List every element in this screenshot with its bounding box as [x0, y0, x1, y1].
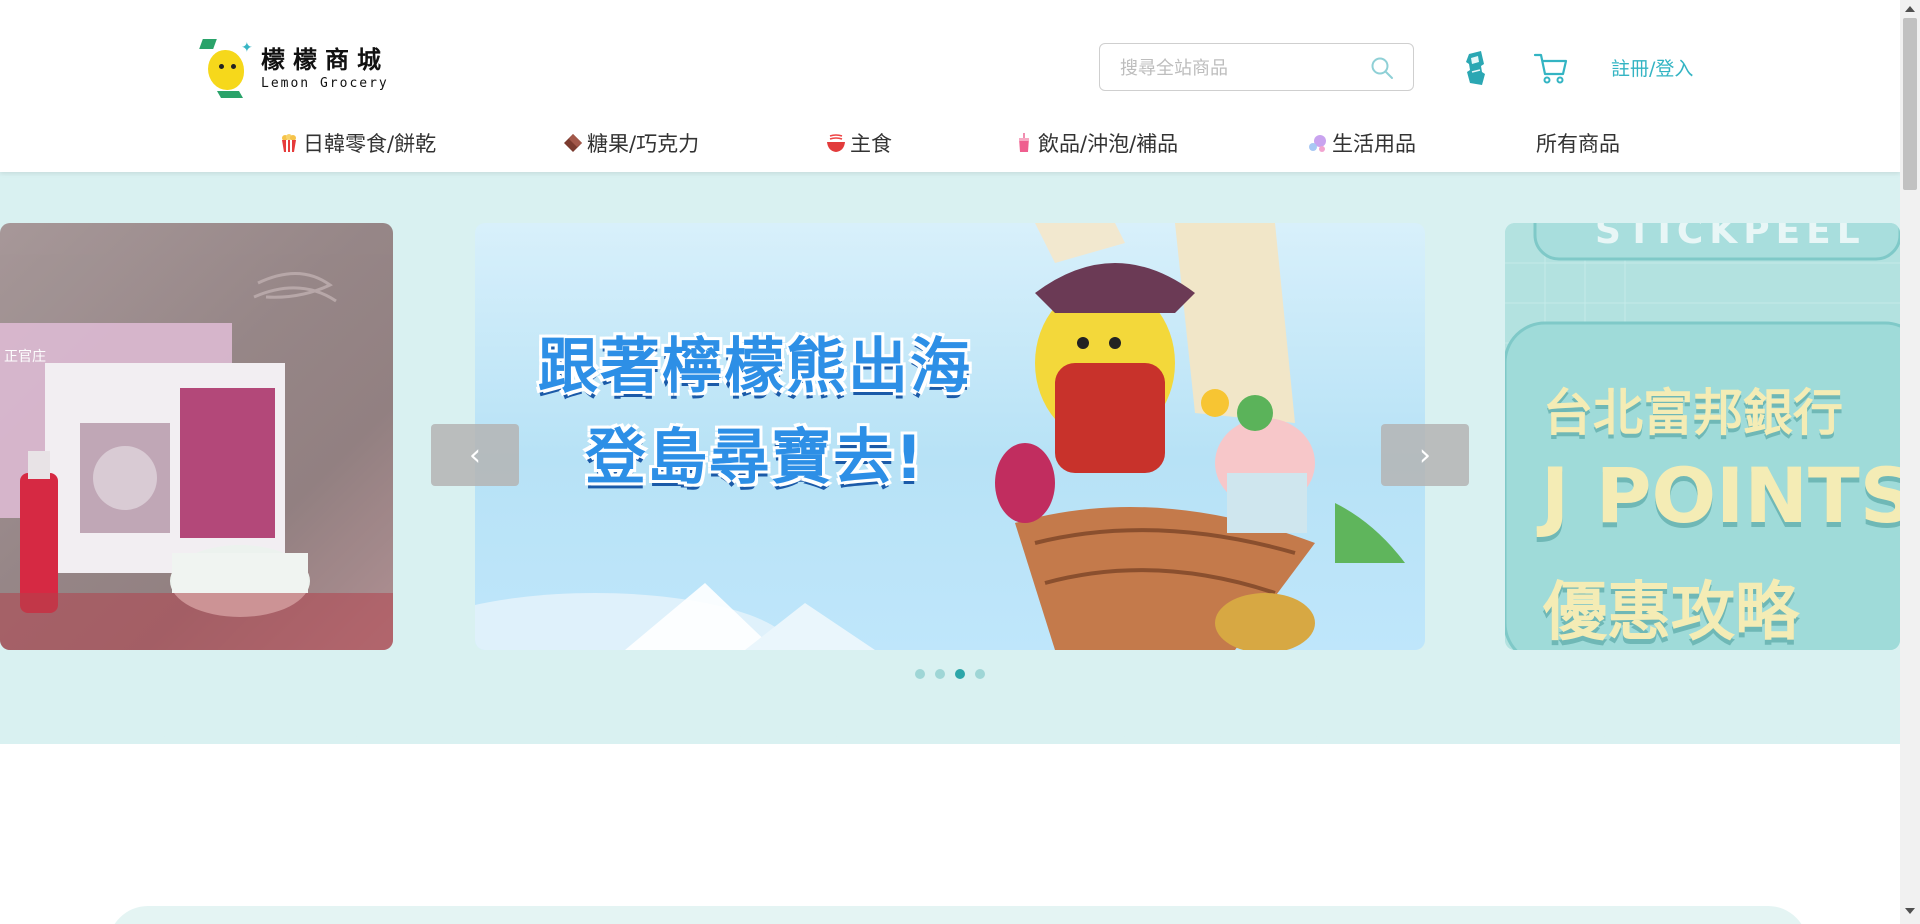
- carousel-slide-right[interactable]: STICKPEEL 台北富邦銀行 J POINTS 優惠攻略: [1505, 223, 1900, 650]
- cart-icon[interactable]: [1533, 50, 1569, 86]
- nav-item-daily-goods[interactable]: 生活用品: [1308, 126, 1416, 160]
- nav-label: 糖果/巧克力: [587, 132, 700, 156]
- logo-name-cn: 檬檬商城: [261, 45, 389, 74]
- carousel-slide-left[interactable]: 正官庄: [0, 223, 393, 650]
- lemon-bear-logo-icon: ✦: [199, 37, 255, 99]
- category-nav: 日韓零食/餅乾 糖果/巧克力 主食 飲品/沖泡/補品 生活用品 所有商品: [0, 126, 1900, 160]
- carousel-dot-4[interactable]: [975, 669, 985, 679]
- slide-right-bank-name: 台北富邦銀行: [1543, 384, 1843, 442]
- scroll-down-arrow-icon[interactable]: [1905, 908, 1915, 914]
- slide-center-headline: 跟著檸檬熊出海 登島尋寶去!: [495, 318, 1015, 496]
- carousel-slide-center[interactable]: 跟著檸檬熊出海 登島尋寶去!: [475, 223, 1425, 650]
- drink-cup-icon: [1019, 133, 1029, 152]
- search-box: [1099, 43, 1414, 91]
- site-logo[interactable]: ✦ 檬檬商城 Lemon Grocery: [199, 36, 399, 100]
- carousel-dot-2[interactable]: [935, 669, 945, 679]
- slide-right-brand: STICKPEEL: [1595, 223, 1866, 252]
- nav-item-drinks-supplements[interactable]: 飲品/沖泡/補品: [1014, 126, 1178, 160]
- nav-label: 生活用品: [1332, 132, 1416, 156]
- carousel-next-button[interactable]: ›: [1381, 424, 1469, 486]
- content-section-top: [108, 906, 1808, 924]
- search-icon[interactable]: [1370, 56, 1394, 80]
- scroll-up-arrow-icon[interactable]: [1905, 6, 1915, 12]
- nav-item-staple-food[interactable]: 主食: [826, 126, 892, 160]
- slide-center-title-line1: 跟著檸檬熊出海: [538, 332, 972, 402]
- slide-center-title-line2: 登島尋寶去!: [585, 423, 925, 493]
- hero-wave-divider: [0, 716, 1900, 740]
- nav-item-all-products[interactable]: 所有商品: [1536, 126, 1620, 160]
- bubbles-icon: [1309, 135, 1326, 152]
- search-input[interactable]: [1118, 54, 1362, 82]
- site-header: ✦ 檬檬商城 Lemon Grocery 註冊/登入: [0, 0, 1900, 172]
- logo-text: 檬檬商城 Lemon Grocery: [261, 46, 389, 91]
- nav-item-japanese-korean-snacks[interactable]: 日韓零食/餅乾: [279, 126, 436, 160]
- register-login-link[interactable]: 註冊/登入: [1611, 54, 1693, 81]
- popcorn-icon: [282, 134, 296, 152]
- slide-left-text: 正官庄: [4, 348, 46, 365]
- carousel-pagination: [915, 669, 985, 679]
- voucher-icon[interactable]: [1460, 50, 1490, 86]
- carousel-dot-1[interactable]: [915, 669, 925, 679]
- carousel-dot-3[interactable]: [955, 669, 965, 679]
- chocolate-icon: [564, 134, 582, 152]
- nav-label: 所有商品: [1536, 132, 1620, 156]
- nav-label: 飲品/沖泡/補品: [1038, 132, 1179, 156]
- nav-label: 日韓零食/餅乾: [303, 132, 437, 156]
- nav-label: 主食: [850, 132, 892, 156]
- nav-item-candy-chocolate[interactable]: 糖果/巧克力: [563, 126, 699, 160]
- page: ✦ 檬檬商城 Lemon Grocery 註冊/登入: [0, 0, 1900, 924]
- logo-name-en: Lemon Grocery: [261, 75, 389, 91]
- carousel-prev-button[interactable]: ‹: [431, 424, 519, 486]
- noodle-bowl-icon: [827, 134, 845, 152]
- cosmetics-gift-box-image: 正官庄: [0, 272, 393, 650]
- slide-right-subtitle: 優惠攻略: [1543, 576, 1799, 650]
- scroll-thumb[interactable]: [1903, 18, 1917, 190]
- page-scrollbar[interactable]: [1900, 0, 1920, 924]
- slide-right-points: J POINTS: [1541, 451, 1900, 540]
